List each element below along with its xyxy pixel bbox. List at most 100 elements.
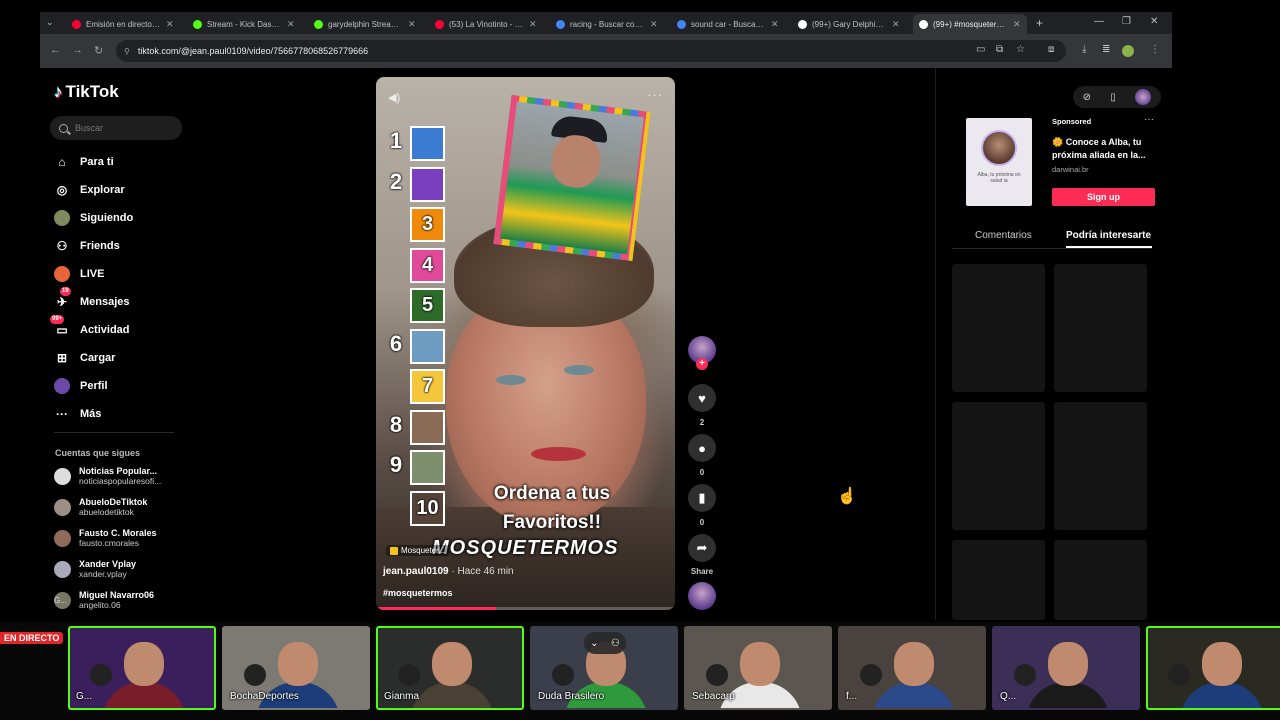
microphone-icon: [1168, 664, 1190, 686]
tiktok-logo[interactable]: ♪ TikTok: [54, 82, 119, 102]
related-video-tile[interactable]: [1054, 540, 1147, 620]
reload-icon[interactable]: ↻: [94, 44, 103, 57]
tab-comments[interactable]: Comentarios: [975, 230, 1032, 241]
tab-related[interactable]: Podría interesarte: [1066, 230, 1151, 241]
minimize-icon[interactable]: —: [1094, 16, 1104, 27]
browser-tab[interactable]: (99+) #mosquetermo ✕: [913, 14, 1027, 34]
ad-title[interactable]: 🌼 Conoce a Alba, tu próxima aliada en la…: [1052, 136, 1162, 162]
tab-close-icon[interactable]: ✕: [771, 19, 779, 30]
sidebar-item-para-ti[interactable]: ⌂ Para ti: [54, 152, 113, 172]
browser-tab[interactable]: sound car - Buscar con ✕: [671, 14, 785, 34]
phone-icon[interactable]: ▯: [1110, 92, 1116, 103]
share-arrow-icon[interactable]: ➦: [688, 534, 716, 562]
site-info-icon[interactable]: ⚲: [124, 47, 130, 56]
browser-tab[interactable]: (53) La Vinotinto - Cana ✕: [429, 14, 543, 34]
account-name: AbueloDeTiktok: [79, 497, 148, 507]
profile-avatar-icon[interactable]: [1122, 45, 1134, 57]
tab-close-icon[interactable]: ✕: [166, 19, 174, 30]
restore-icon[interactable]: ❐: [1122, 16, 1131, 27]
sidebar-item-live[interactable]: ● LIVE: [54, 264, 104, 284]
like-heart-icon[interactable]: ♥: [688, 384, 716, 412]
volume-icon[interactable]: ◀): [388, 91, 400, 104]
ranking-row: 5: [386, 288, 446, 324]
sidebar-item-m-s[interactable]: ··· Más: [54, 404, 101, 424]
tiktok-sidebar: ♪ TikTok Buscar ⌂ Para ti ◎ Explorar ● Siguie…: [40, 68, 200, 620]
bookmark-star-icon[interactable]: ☆: [1016, 44, 1025, 55]
new-tab-plus-icon[interactable]: +: [1036, 16, 1043, 30]
sidebar-item-cargar[interactable]: ⊞ Cargar: [54, 348, 116, 368]
sound-disc-avatar[interactable]: [688, 582, 716, 610]
url-text: tiktok.com/@jean.paul0109/video/75667780…: [137, 46, 369, 56]
streamer-cam-tile[interactable]: Sebacarp: [684, 626, 832, 710]
streamer-cam-tile[interactable]: G...: [68, 626, 216, 710]
follow-plus-icon[interactable]: +: [696, 358, 708, 370]
tab-close-icon[interactable]: ✕: [287, 19, 295, 30]
tab-title: (99+) Gary Delphin ve: [812, 19, 886, 29]
ad-more-icon[interactable]: ···: [1144, 114, 1154, 125]
related-video-tile[interactable]: [952, 540, 1045, 620]
tab-search-icon[interactable]: ≣: [1102, 44, 1110, 55]
following-account[interactable]: Noticias Popular... noticiaspopularesofi.…: [54, 466, 174, 486]
forward-arrow-icon[interactable]: →: [72, 44, 83, 56]
sidebar-item-actividad[interactable]: ▭ 99+ Actividad: [50, 315, 130, 340]
streamer-cam-tile[interactable]: BochaDeportes: [222, 626, 370, 710]
extensions-icon[interactable]: ⧈: [1048, 44, 1054, 55]
streamer-cam-tile[interactable]: Q...: [992, 626, 1140, 710]
sidebar-item-explorar[interactable]: ◎ Explorar: [54, 180, 125, 200]
user-avatar[interactable]: [1135, 89, 1152, 105]
group-people-icon[interactable]: ⚇: [611, 638, 620, 649]
browser-menu-icon[interactable]: ⋮: [1150, 44, 1160, 55]
browser-tab[interactable]: garydelphin Stream - W ✕: [308, 14, 422, 34]
comment-icon[interactable]: ●: [688, 434, 716, 462]
related-video-tile[interactable]: [952, 402, 1045, 530]
compass-icon[interactable]: ⊘: [1083, 92, 1091, 103]
ad-url: darwinai.br: [1052, 165, 1089, 174]
sidebar-item-friends[interactable]: ⚇ Friends: [54, 236, 120, 256]
chevron-down-icon[interactable]: ⌄: [590, 638, 598, 649]
right-panel: ⊘ ▯ Alba, tu próxima en salud ia Sponsor…: [935, 68, 1172, 620]
ad-signup-button[interactable]: Sign up: [1052, 188, 1155, 206]
streamer-cam-tile[interactable]: f...: [838, 626, 986, 710]
browser-tab[interactable]: Emisión en directo - Yo ✕: [66, 14, 180, 34]
browser-tab[interactable]: (99+) Gary Delphin ve ✕: [792, 14, 906, 34]
following-account[interactable]: Miguel Navarro06 angelito.06: [54, 590, 174, 610]
more-options-icon[interactable]: ···: [647, 87, 663, 102]
tab-title: racing - Buscar con Goo: [570, 19, 644, 29]
tab-close-icon[interactable]: ✕: [529, 19, 537, 30]
cast-icon[interactable]: ▭: [976, 44, 985, 55]
ad-thumbnail[interactable]: Alba, tu próxima en salud ia: [966, 118, 1032, 206]
following-account[interactable]: AbueloDeTiktok abuelodetiktok: [54, 497, 174, 517]
save-count: 0: [699, 518, 705, 527]
video-author[interactable]: jean.paul0109: [383, 566, 449, 577]
back-arrow-icon[interactable]: ←: [50, 44, 61, 56]
microphone-icon: [706, 664, 728, 686]
download-icon[interactable]: ⤓: [1082, 44, 1086, 55]
related-video-tile[interactable]: [1054, 264, 1147, 392]
sidebar-item-mensajes[interactable]: ✈ 19 Mensajes: [54, 287, 130, 312]
tab-close-icon[interactable]: ✕: [892, 19, 900, 30]
video-hashtag[interactable]: #mosquetermos: [383, 588, 453, 598]
streamer-cam-tile[interactable]: Gianma: [376, 626, 524, 710]
browser-tab[interactable]: racing - Buscar con Goo ✕: [550, 14, 664, 34]
bookmark-icon[interactable]: ▮: [688, 484, 716, 512]
translate-icon[interactable]: ⧉: [996, 44, 1003, 55]
following-account[interactable]: Fausto C. Morales fausto.cmorales: [54, 528, 174, 548]
sidebar-item-siguiendo[interactable]: ● Siguiendo: [54, 208, 133, 228]
streamer-cam-tile[interactable]: [1146, 626, 1280, 710]
search-input[interactable]: Buscar: [50, 116, 182, 140]
compass-icon: ◎: [56, 183, 68, 197]
related-video-tile[interactable]: [1054, 402, 1147, 530]
tab-close-icon[interactable]: ✕: [1013, 19, 1021, 30]
video-progress-bar[interactable]: [376, 607, 675, 610]
tab-close-icon[interactable]: ✕: [650, 19, 658, 30]
tab-search-chevron-icon[interactable]: ⌄: [46, 17, 54, 28]
close-window-icon[interactable]: ✕: [1150, 16, 1158, 27]
sidebar-item-perfil[interactable]: ● Perfil: [54, 376, 108, 396]
video-player[interactable]: ◀) ··· 1 2 3 4 5 6 7 8 9 10 Ordena a tus Favorito…: [376, 77, 675, 610]
following-account[interactable]: Xander Vplay xander.vplay: [54, 559, 174, 579]
address-bar[interactable]: ⚲ tiktok.com/@jean.paul0109/video/756677…: [116, 40, 1066, 62]
browser-tab[interactable]: Stream - Kick Dashboard ✕: [187, 14, 301, 34]
effect-tag-chip[interactable]: Mosqueter...: [386, 545, 450, 556]
tab-close-icon[interactable]: ✕: [408, 19, 416, 30]
related-video-tile[interactable]: [952, 264, 1045, 392]
